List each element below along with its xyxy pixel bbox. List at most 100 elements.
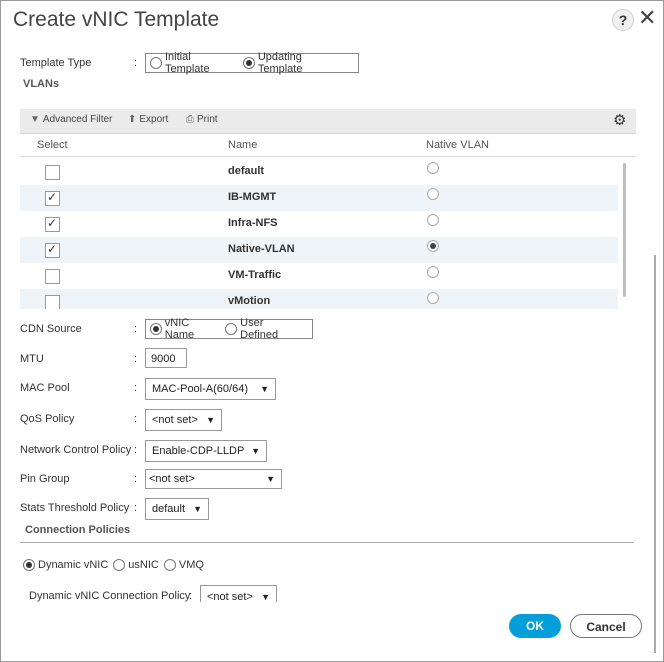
table-row[interactable]: VM-Traffic [20, 263, 618, 289]
vnic-name-option[interactable]: vNIC Name [150, 317, 220, 341]
vlan-checkbox[interactable] [45, 165, 60, 180]
vlan-checkbox[interactable] [45, 216, 60, 232]
qos-policy-select[interactable]: <not set> ▼ [145, 409, 222, 431]
stats-threshold-policy-label: Stats Threshold Policy [20, 502, 130, 514]
colon: : [134, 323, 138, 335]
table-row[interactable]: Infra-NFS [20, 211, 618, 237]
vlans-scrollbar[interactable] [623, 163, 626, 297]
vlans-section-title: VLANs [23, 78, 60, 90]
mtu-input[interactable]: 9000 [145, 348, 187, 368]
connection-policies-section-title: Connection Policies [25, 524, 131, 536]
chevron-down-icon: ▼ [266, 474, 275, 484]
vnic-name-label: vNIC Name [164, 317, 195, 341]
initial-template-radio[interactable] [150, 57, 162, 69]
native-vlan-radio[interactable] [427, 292, 439, 304]
table-row[interactable]: IB-MGMT [20, 185, 618, 211]
vlan-checkbox[interactable] [45, 269, 60, 284]
mac-pool-label: MAC Pool [20, 382, 70, 394]
network-control-policy-value: Enable-CDP-LLDP [152, 445, 245, 457]
column-native-vlan[interactable]: Native VLAN [426, 139, 489, 151]
advanced-filter-label: Advanced Filter [42, 114, 113, 125]
export-label: Export [139, 114, 169, 125]
gear-icon[interactable]: ⚙ [613, 111, 626, 129]
usnic-label: usNIC [128, 559, 159, 571]
usnic-radio[interactable] [113, 559, 126, 571]
dynamic-vnic-radio[interactable] [23, 559, 35, 571]
print-label: Print [197, 114, 218, 125]
table-row[interactable]: vMotion [20, 289, 618, 309]
mac-pool-select[interactable]: MAC-Pool-A(60/64) ▼ [145, 378, 276, 400]
mac-pool-value: MAC-Pool-A(60/64) [152, 383, 248, 395]
table-row[interactable]: default [20, 159, 618, 185]
dynamic-vnic-option[interactable]: Dynamic vNIC [23, 559, 108, 571]
dynamic-vnic-connection-policy-select[interactable]: <not set> ▼ [200, 585, 277, 603]
vlan-name: Native-VLAN [228, 243, 295, 255]
table-row[interactable]: Native-VLAN [20, 237, 618, 263]
vlan-checkbox[interactable] [45, 242, 60, 258]
chevron-down-icon: ▼ [206, 415, 215, 425]
dialog-scrollbar[interactable] [654, 255, 656, 653]
pin-group-value: <not set> [149, 473, 195, 485]
colon: : [134, 413, 138, 425]
print-button[interactable]: ⎙ Print [186, 114, 218, 125]
qos-policy-label: QoS Policy [20, 413, 75, 425]
chevron-down-icon: ▼ [261, 592, 270, 602]
colon: : [189, 590, 193, 602]
colon: : [134, 473, 138, 485]
stats-threshold-policy-value: default [152, 503, 186, 515]
cdn-source-label: CDN Source [20, 323, 82, 335]
vlan-name: VM-Traffic [228, 269, 282, 281]
vmq-radio[interactable] [163, 559, 176, 571]
advanced-filter-button[interactable]: ▼ Advanced Filter [30, 114, 112, 125]
network-control-policy-select[interactable]: Enable-CDP-LLDP ▼ [145, 440, 267, 462]
export-button[interactable]: ⬆ Export [128, 114, 168, 125]
close-icon[interactable]: ✕ [638, 7, 656, 29]
initial-template-option[interactable]: Initial Template [150, 51, 238, 75]
chevron-down-icon: ▼ [193, 504, 202, 514]
help-icon[interactable]: ? [612, 9, 634, 31]
colon: : [134, 353, 138, 365]
colon: : [134, 382, 138, 394]
column-select[interactable]: Select [37, 139, 68, 151]
native-vlan-radio[interactable] [427, 162, 439, 174]
vlan-name: Infra-NFS [228, 217, 278, 229]
usnic-option[interactable]: usNIC [113, 559, 159, 571]
vlans-table-body: default IB-MGMT Infra-NFS Native-VLAN VM… [20, 159, 618, 309]
native-vlan-radio[interactable] [427, 188, 439, 200]
colon: : [134, 502, 138, 514]
updating-template-radio[interactable] [242, 57, 255, 69]
user-defined-radio[interactable] [225, 323, 238, 335]
native-vlan-radio[interactable] [427, 214, 439, 226]
export-icon: ⬆ [128, 114, 137, 125]
user-defined-option[interactable]: User Defined [225, 317, 303, 341]
vlan-name: default [228, 165, 265, 177]
ok-button[interactable]: OK [509, 614, 561, 638]
vnic-name-radio[interactable] [150, 323, 162, 335]
vlan-checkbox[interactable] [45, 295, 60, 309]
vmq-option[interactable]: VMQ [163, 559, 204, 571]
template-type-radio-group: Initial Template Updating Template [145, 51, 359, 75]
stats-threshold-policy-select[interactable]: default ▼ [145, 498, 209, 520]
dynamic-vnic-connection-policy-value: <not set> [207, 591, 253, 603]
dynamic-vnic-label: Dynamic vNIC [38, 559, 109, 571]
cancel-button[interactable]: Cancel [570, 614, 642, 638]
initial-template-label: Initial Template [164, 51, 210, 75]
connection-policy-radio-group: Dynamic vNIC usNIC VMQ [23, 559, 209, 571]
pin-group-label: Pin Group [20, 473, 70, 485]
vlans-toolbar: ▼ Advanced Filter ⬆ Export ⎙ Print ⚙ [20, 109, 636, 134]
colon: : [134, 444, 138, 456]
dynamic-vnic-connection-policy-label: Dynamic vNIC Connection Policy [29, 590, 191, 602]
native-vlan-radio[interactable] [427, 266, 439, 278]
template-type-label: Template Type [20, 57, 92, 69]
mtu-label: MTU [20, 353, 44, 365]
qos-policy-value: <not set> [152, 414, 198, 426]
pin-group-select[interactable]: <not set> ▼ [145, 469, 282, 489]
column-name[interactable]: Name [228, 139, 257, 151]
native-vlan-radio[interactable] [427, 240, 439, 252]
updating-template-label: Updating Template [257, 51, 303, 75]
cdn-source-radio-group: vNIC Name User Defined [145, 317, 313, 341]
divider [20, 542, 634, 543]
vlan-checkbox[interactable] [45, 190, 60, 206]
updating-template-option[interactable]: Updating Template [242, 51, 349, 75]
create-vnic-template-dialog: Create vNIC Template ? ✕ Template Type :… [0, 0, 664, 662]
